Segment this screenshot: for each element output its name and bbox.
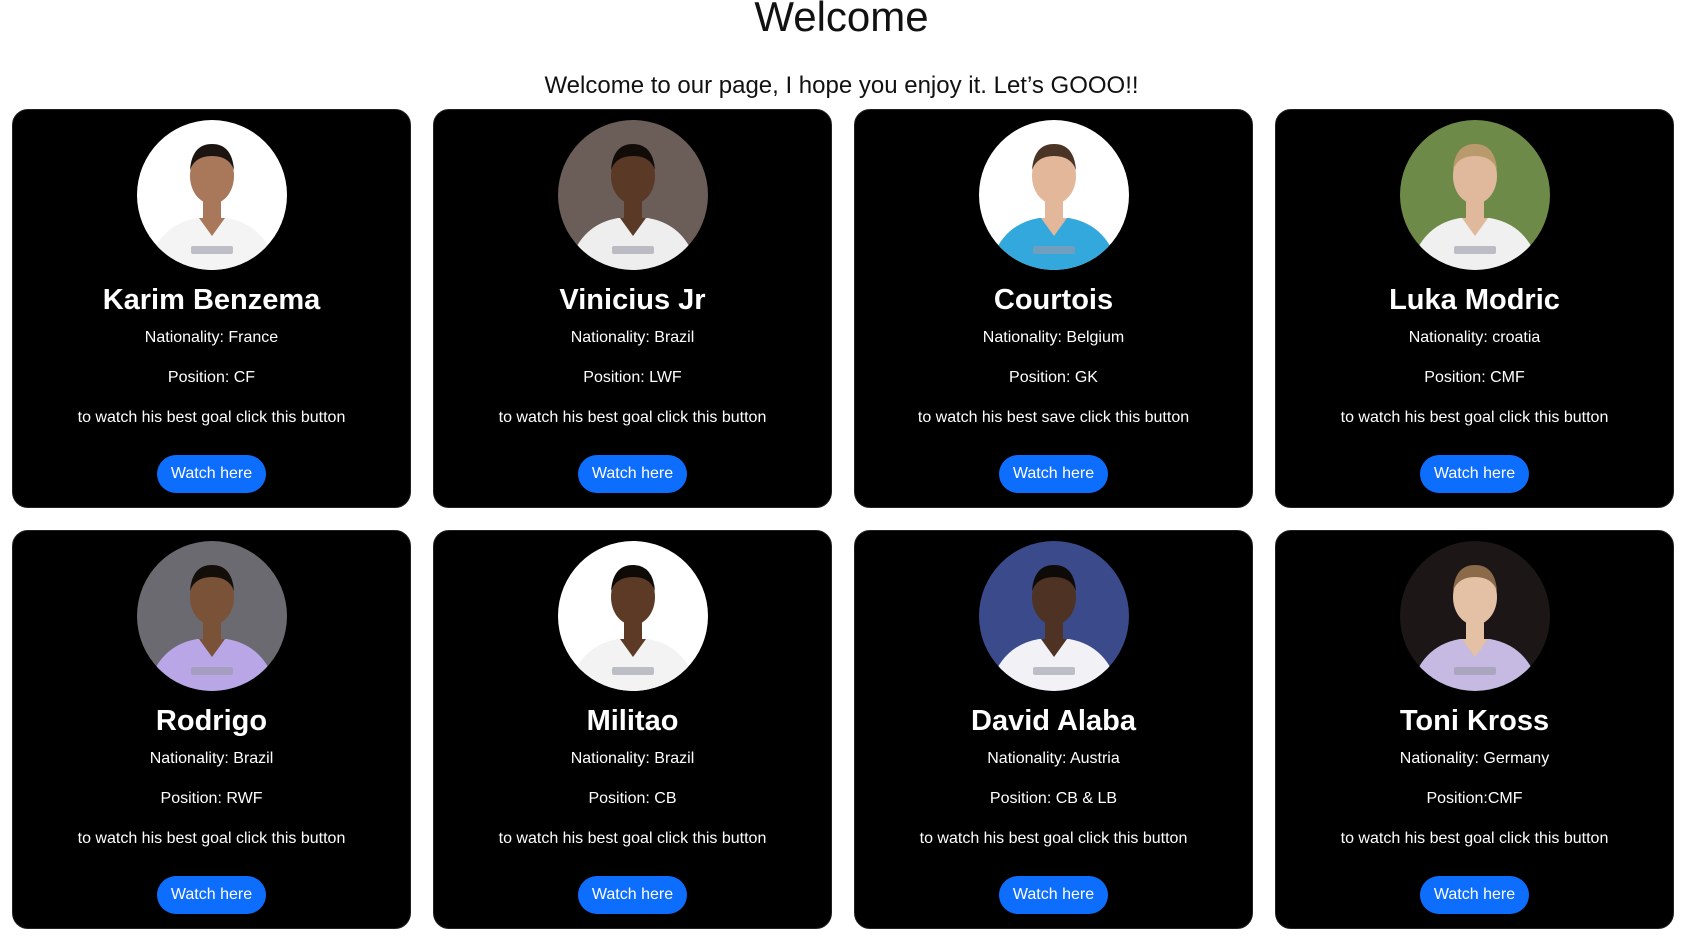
- watch-instruction: to watch his best goal click this button: [1340, 409, 1609, 426]
- player-nationality: Nationality: Germany: [1399, 750, 1550, 767]
- player-name: Toni Kross: [1399, 705, 1550, 737]
- watch-here-button[interactable]: Watch here: [998, 455, 1109, 493]
- player-photo: [136, 120, 287, 270]
- watch-instruction: to watch his best goal click this button: [77, 830, 346, 847]
- player-photo: [557, 541, 708, 691]
- page: Welcome Welcome to our page, I hope you …: [0, 0, 1683, 939]
- player-card-vinicius-jr: Vinicius Jr Nationality: Brazil Position: …: [433, 109, 832, 508]
- watch-instruction: to watch his best save click this button: [917, 409, 1190, 426]
- player-card-david-alaba: David Alaba Nationality: Austria Position:…: [854, 530, 1253, 929]
- player-name: David Alaba: [971, 705, 1136, 737]
- player-nationality: Nationality: Austria: [987, 750, 1120, 767]
- player-name: Courtois: [993, 284, 1114, 316]
- player-card-militao: Militao Nationality: Brazil Position: CB to…: [433, 530, 832, 929]
- watch-here-button[interactable]: Watch here: [577, 876, 688, 914]
- watch-instruction: to watch his best goal click this button: [498, 830, 767, 847]
- player-position: Position: CB: [588, 790, 677, 807]
- player-name: Luka Modric: [1389, 284, 1560, 316]
- player-name: Karim Benzema: [102, 284, 321, 316]
- player-position: Position: CF: [167, 369, 256, 386]
- player-card-karim-benzema: Karim Benzema Nationality: France Position…: [12, 109, 411, 508]
- player-photo: [1399, 120, 1550, 270]
- player-nationality: Nationality: Brazil: [149, 750, 274, 767]
- player-card-luka-modric: Luka Modric Nationality: croatia Position:…: [1275, 109, 1674, 508]
- player-photo: [557, 120, 708, 270]
- watch-here-button[interactable]: Watch here: [156, 876, 267, 914]
- player-photo: [978, 541, 1129, 691]
- player-photo: [136, 541, 287, 691]
- player-name: Militao: [586, 705, 679, 737]
- player-card-rodrigo: Rodrigo Nationality: Brazil Position: RWF t…: [12, 530, 411, 929]
- watch-instruction: to watch his best goal click this button: [498, 409, 767, 426]
- player-name: Vinicius Jr: [559, 284, 706, 316]
- player-nationality: Nationality: Brazil: [570, 750, 695, 767]
- player-photo: [978, 120, 1129, 270]
- page-subtitle: Welcome to our page, I hope you enjoy it…: [544, 72, 1139, 99]
- watch-here-button[interactable]: Watch here: [1419, 455, 1530, 493]
- watch-here-button[interactable]: Watch here: [156, 455, 267, 493]
- player-position: Position: RWF: [160, 790, 263, 807]
- player-nationality: Nationality: Belgium: [982, 329, 1125, 346]
- player-card-toni-kross: Toni Kross Nationality: Germany Position:C…: [1275, 530, 1674, 929]
- watch-here-button[interactable]: Watch here: [998, 876, 1109, 914]
- player-grid: Karim Benzema Nationality: France Position…: [12, 109, 1674, 929]
- watch-here-button[interactable]: Watch here: [1419, 876, 1530, 914]
- player-position: Position:CMF: [1426, 790, 1523, 807]
- watch-here-button[interactable]: Watch here: [577, 455, 688, 493]
- page-title: Welcome: [754, 0, 929, 40]
- player-position: Position: LWF: [583, 369, 682, 386]
- player-nationality: Nationality: France: [144, 329, 279, 346]
- player-position: Position: CMF: [1424, 369, 1525, 386]
- player-position: Position: CB & LB: [989, 790, 1118, 807]
- watch-instruction: to watch his best goal click this button: [1340, 830, 1609, 847]
- watch-instruction: to watch his best goal click this button: [919, 830, 1188, 847]
- watch-instruction: to watch his best goal click this button: [77, 409, 346, 426]
- player-card-courtois: Courtois Nationality: Belgium Position: GK…: [854, 109, 1253, 508]
- player-photo: [1399, 541, 1550, 691]
- player-name: Rodrigo: [155, 705, 268, 737]
- player-nationality: Nationality: Brazil: [570, 329, 695, 346]
- player-position: Position: GK: [1009, 369, 1098, 386]
- player-nationality: Nationality: croatia: [1408, 329, 1541, 346]
